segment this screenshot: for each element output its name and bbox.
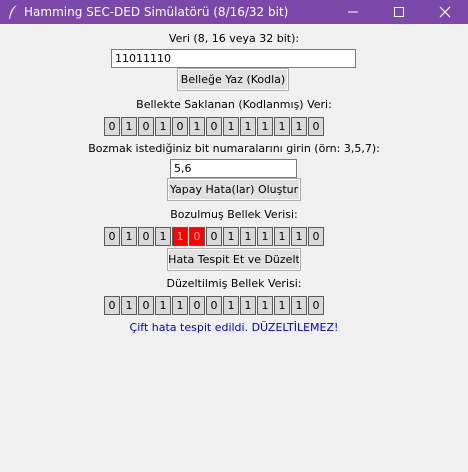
flip-label: Bozmak istediğiniz bit numaralarını giri… bbox=[88, 142, 380, 155]
encode-button[interactable]: Belleğe Yaz (Kodla) bbox=[177, 68, 289, 91]
bit-cell: 0 bbox=[189, 296, 205, 315]
bit-cell: 1 bbox=[172, 296, 188, 315]
bit-cell: 1 bbox=[189, 117, 205, 136]
bit-cell: 1 bbox=[240, 117, 256, 136]
bit-cell: 0 bbox=[308, 296, 324, 315]
bit-cell: 1 bbox=[257, 117, 273, 136]
bit-cell: 1 bbox=[257, 296, 273, 315]
bit-cell: 1 bbox=[121, 296, 137, 315]
bit-cell: 1 bbox=[223, 227, 239, 246]
bit-cell: 0 bbox=[172, 117, 188, 136]
bit-cell: 1 bbox=[155, 227, 171, 246]
bit-cell: 1 bbox=[291, 227, 307, 246]
stored-label: Bellekte Saklanan (Kodlanmış) Veri: bbox=[136, 98, 332, 111]
inject-error-button[interactable]: Yapay Hata(lar) Oluştur bbox=[167, 178, 301, 201]
bit-cell: 1 bbox=[291, 117, 307, 136]
bit-cell: 0 bbox=[138, 227, 154, 246]
title-bar: Hamming SEC-DED Simülatörü (8/16/32 bit) bbox=[0, 0, 468, 24]
bit-cell: 0 bbox=[104, 296, 120, 315]
bit-cell: 0 bbox=[308, 117, 324, 136]
bit-cell: 1 bbox=[291, 296, 307, 315]
window-title: Hamming SEC-DED Simülatörü (8/16/32 bit) bbox=[24, 5, 289, 19]
data-input[interactable]: 11011110 bbox=[111, 49, 356, 68]
bit-cell: 0 bbox=[206, 296, 222, 315]
corrected-label: Düzeltilmiş Bellek Verisi: bbox=[166, 277, 302, 290]
bit-cell: 1 bbox=[240, 296, 256, 315]
minimize-button[interactable] bbox=[330, 0, 376, 24]
corrected-bits: 0101100111110 bbox=[104, 296, 324, 315]
bit-cell: 1 bbox=[223, 296, 239, 315]
bit-cell: 1 bbox=[257, 227, 273, 246]
feather-icon bbox=[7, 4, 19, 20]
bit-cell: 1 bbox=[172, 227, 188, 246]
bit-cell: 0 bbox=[138, 296, 154, 315]
bit-cell: 0 bbox=[206, 117, 222, 136]
flip-input[interactable]: 5,6 bbox=[170, 159, 297, 178]
bit-cell: 1 bbox=[121, 117, 137, 136]
bit-cell: 0 bbox=[138, 117, 154, 136]
status-message: Çift hata tespit edildi. DÜZELTİLEMEZ! bbox=[129, 321, 339, 334]
bit-cell: 1 bbox=[155, 117, 171, 136]
bit-cell: 1 bbox=[274, 117, 290, 136]
bit-cell: 1 bbox=[223, 117, 239, 136]
bit-cell: 0 bbox=[104, 227, 120, 246]
bit-cell: 0 bbox=[189, 227, 205, 246]
bit-cell: 0 bbox=[206, 227, 222, 246]
bit-cell: 1 bbox=[274, 227, 290, 246]
maximize-button[interactable] bbox=[376, 0, 422, 24]
bit-cell: 1 bbox=[155, 296, 171, 315]
corrupted-label: Bozulmuş Bellek Verisi: bbox=[170, 208, 298, 221]
bit-cell: 0 bbox=[104, 117, 120, 136]
close-button[interactable] bbox=[422, 0, 468, 24]
stored-bits: 0101010111110 bbox=[104, 117, 324, 136]
corrupted-bits: 0101100111110 bbox=[104, 227, 324, 246]
bit-cell: 1 bbox=[240, 227, 256, 246]
data-label: Veri (8, 16 veya 32 bit): bbox=[168, 32, 300, 45]
bit-cell: 1 bbox=[121, 227, 137, 246]
bit-cell: 1 bbox=[274, 296, 290, 315]
detect-correct-button[interactable]: Hata Tespit Et ve Düzelt bbox=[167, 248, 301, 271]
bit-cell: 0 bbox=[308, 227, 324, 246]
